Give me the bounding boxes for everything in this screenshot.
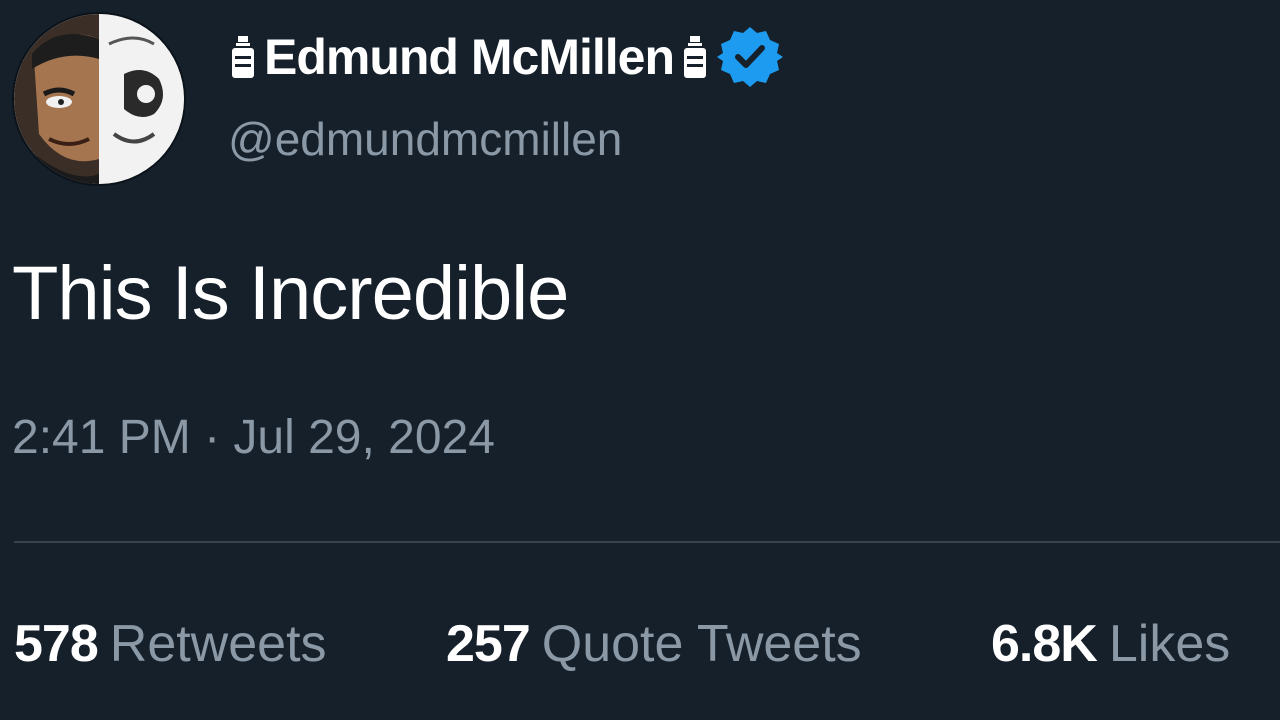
bottle-emoji-icon xyxy=(228,34,258,80)
display-name[interactable]: Edmund McMillen xyxy=(264,28,675,86)
likes-count: 6.8K xyxy=(991,615,1098,673)
likes-stat[interactable]: 6.8K Likes xyxy=(991,612,1230,676)
likes-label: Likes xyxy=(1108,615,1231,673)
avatar-illustration xyxy=(14,14,184,184)
divider xyxy=(14,541,1280,543)
retweets-stat[interactable]: 578 Retweets xyxy=(14,612,327,676)
verified-check-icon[interactable] xyxy=(716,23,784,91)
bottle-emoji-icon xyxy=(680,34,710,80)
quote-tweets-stat[interactable]: 257 Quote Tweets xyxy=(446,612,862,676)
avatar[interactable] xyxy=(14,14,184,184)
tweet-stats: 578 Retweets 257 Quote Tweets 6.8K Likes xyxy=(14,612,1280,676)
author-name-row[interactable]: Edmund McMillen xyxy=(228,22,784,92)
tweet-timestamp[interactable]: 2:41 PM · Jul 29, 2024 xyxy=(12,410,495,465)
author-handle[interactable]: @edmundmcmillen xyxy=(228,112,622,166)
retweets-count: 578 xyxy=(14,615,99,673)
retweets-label: Retweets xyxy=(109,615,327,673)
tweet-card: Edmund McMillen @edmundmcmillen This Is … xyxy=(0,0,1280,720)
tweet-text: This Is Incredible xyxy=(12,251,569,336)
quote-tweets-label: Quote Tweets xyxy=(541,615,862,673)
quote-tweets-count: 257 xyxy=(446,615,531,673)
